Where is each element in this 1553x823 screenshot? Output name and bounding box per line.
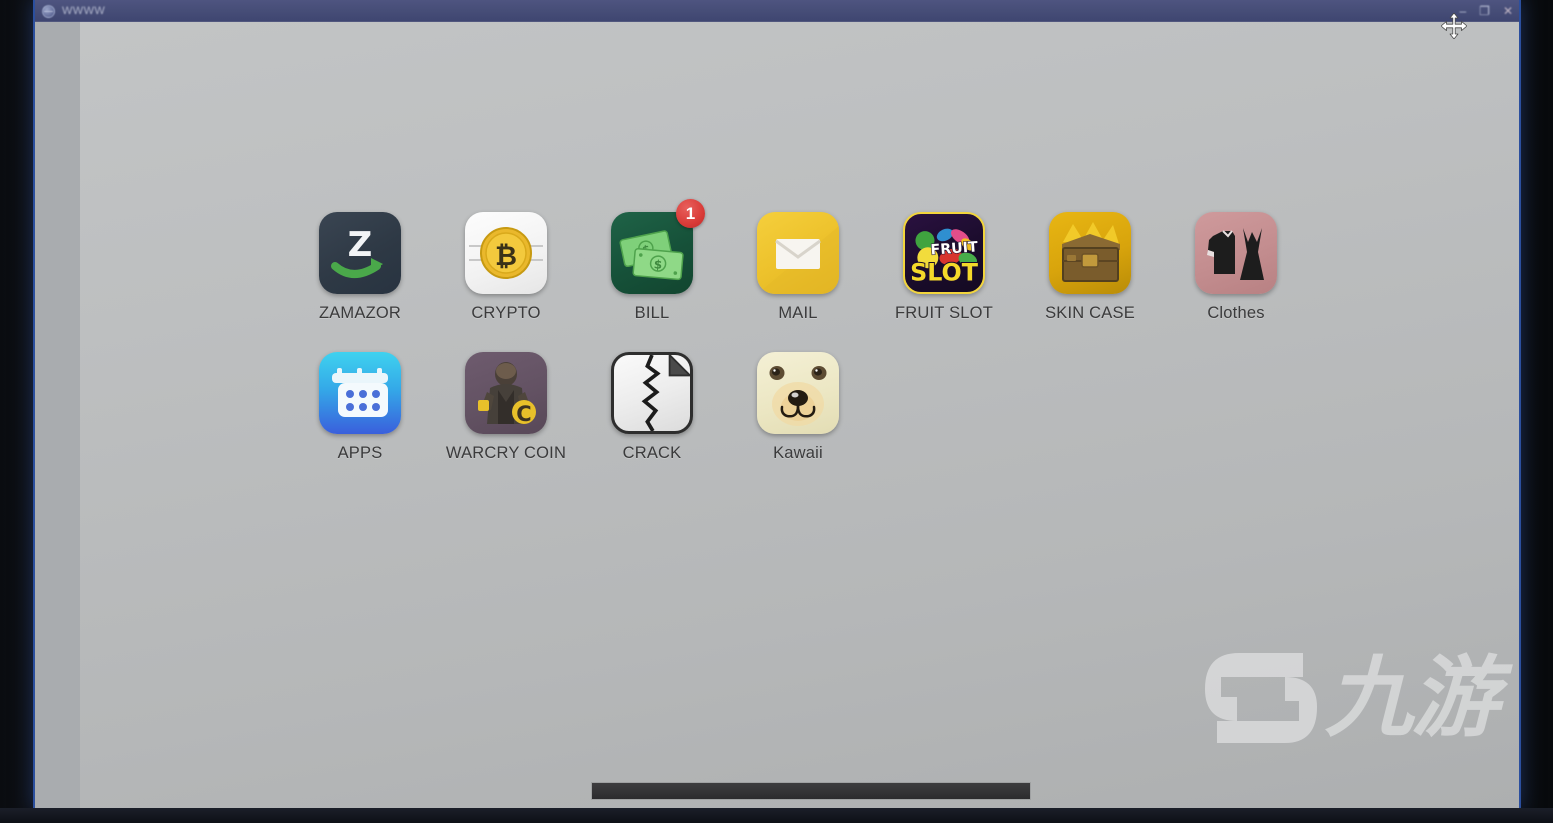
- g-logo-icon: [1204, 653, 1317, 743]
- app-item-fruit-slot[interactable]: FRUIT SLOT FRUIT SLOT: [871, 212, 1017, 352]
- app-item-skin-case[interactable]: SKIN CASE: [1017, 212, 1163, 352]
- svg-text:$: $: [653, 257, 663, 272]
- app-icon-wrap: C: [465, 352, 547, 434]
- app-item-clothes[interactable]: Clothes: [1163, 212, 1309, 352]
- browser-viewport: Z ZAMAZOR ₿ CRYPTO $ 1 BILL MAIL FRUIT S…: [35, 22, 1519, 808]
- app-icon-wrap: [1195, 212, 1277, 294]
- horizontal-scrollbar-thumb[interactable]: [591, 782, 1031, 800]
- app-item-apps[interactable]: APPS: [287, 352, 433, 492]
- kawaii-icon: [757, 352, 839, 434]
- app-icon-wrap: [1049, 212, 1131, 294]
- clothes-icon: [1195, 212, 1277, 294]
- skin-case-icon: [1049, 212, 1131, 294]
- app-item-kawaii[interactable]: Kawaii: [725, 352, 871, 492]
- zamazor-icon: Z: [319, 212, 401, 294]
- desktop-background: WWWW – ❐ ✕ Z ZAMAZOR ₿ CRYPTO $ 1 BILL M…: [0, 0, 1553, 823]
- app-label: BILL: [634, 304, 670, 322]
- minimize-button[interactable]: –: [1459, 5, 1466, 17]
- mail-icon: [757, 212, 839, 294]
- app-item-zamazor[interactable]: Z ZAMAZOR: [287, 212, 433, 352]
- watermark-text: 九游: [1324, 646, 1499, 750]
- app-label: CRYPTO: [471, 304, 541, 322]
- watermark: 九游: [1199, 643, 1499, 753]
- crack-icon: [611, 352, 693, 434]
- app-item-mail[interactable]: MAIL: [725, 212, 871, 352]
- window-controls[interactable]: – ❐ ✕: [1459, 0, 1513, 22]
- app-icon-wrap: FRUIT SLOT: [903, 212, 985, 294]
- taskbar-strip: [0, 808, 1553, 823]
- app-label: MAIL: [778, 304, 818, 322]
- svg-text:FRUIT: FRUIT: [930, 239, 979, 258]
- browser-globe-icon: [42, 4, 55, 18]
- app-icon-wrap: [757, 212, 839, 294]
- app-item-bill[interactable]: $ $: [579, 199, 725, 352]
- horizontal-scrollbar-track[interactable]: [80, 782, 1519, 800]
- crypto-icon: ₿: [465, 212, 547, 294]
- app-icon-wrap: [319, 352, 401, 434]
- svg-text:SLOT: SLOT: [910, 259, 979, 287]
- app-icon-wrap: ₿: [465, 212, 547, 294]
- app-icon-wrap: [611, 352, 693, 434]
- app-grid: Z ZAMAZOR ₿ CRYPTO $ 1 BILL MAIL FRUIT S…: [287, 199, 1309, 492]
- app-label: APPS: [337, 444, 383, 462]
- svg-text:Z: Z: [348, 225, 373, 265]
- notification-badge: 1: [676, 199, 705, 228]
- app-label: Kawaii: [773, 444, 823, 462]
- fruit-slot-icon: FRUIT SLOT: [903, 212, 985, 294]
- app-icon-wrap: $ $: [611, 199, 705, 294]
- browser-window: WWWW – ❐ ✕ Z ZAMAZOR ₿ CRYPTO $ 1 BILL M…: [33, 0, 1521, 808]
- app-label: ZAMAZOR: [318, 304, 402, 322]
- maximize-button[interactable]: ❐: [1479, 5, 1490, 17]
- warcry-coin-icon: C: [465, 352, 547, 434]
- app-label: WARCRY COIN: [445, 444, 567, 462]
- app-item-crypto[interactable]: ₿ CRYPTO: [433, 212, 579, 352]
- app-label: FRUIT SLOT: [895, 304, 993, 322]
- apps-icon: [319, 352, 401, 434]
- window-titlebar[interactable]: WWWW – ❐ ✕: [35, 0, 1519, 22]
- svg-text:C: C: [516, 402, 531, 426]
- app-item-crack[interactable]: CRACK: [579, 352, 725, 492]
- page-content: Z ZAMAZOR ₿ CRYPTO $ 1 BILL MAIL FRUIT S…: [80, 22, 1519, 808]
- app-icon-wrap: Z: [319, 212, 401, 294]
- app-label: SKIN CASE: [1045, 304, 1135, 322]
- window-title: WWWW: [62, 5, 106, 17]
- app-icon-wrap: [757, 352, 839, 434]
- app-label: CRACK: [622, 444, 682, 462]
- close-button[interactable]: ✕: [1503, 5, 1513, 17]
- app-item-warcry-coin[interactable]: C WARCRY COIN: [433, 352, 579, 492]
- app-label: Clothes: [1207, 304, 1265, 322]
- svg-text:₿: ₿: [495, 241, 517, 272]
